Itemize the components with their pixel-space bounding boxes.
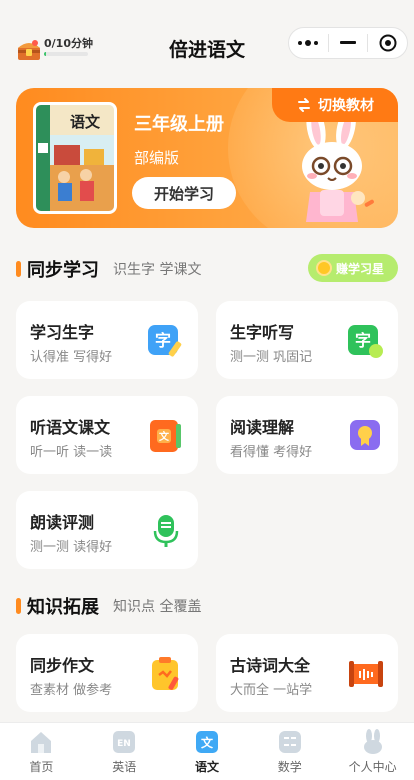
reading-badge-icon <box>350 420 380 450</box>
card-title: 朗读评测 <box>30 513 95 532</box>
svg-text:文: 文 <box>201 735 214 750</box>
tab-math[interactable]: 数学 <box>248 723 331 780</box>
card-title: 同步作文 <box>30 656 95 675</box>
earn-stars-label: 赚学习星 <box>336 261 385 276</box>
switch-arrows-icon <box>298 98 310 112</box>
tab-label: 英语 <box>112 760 137 774</box>
start-learning-button[interactable]: 开始学习 <box>132 177 236 209</box>
character-dictation-card[interactable]: 生字听写 测一测 巩固记 字 <box>216 301 398 379</box>
svg-text:文: 文 <box>159 430 170 443</box>
character-pen-icon: 字 <box>148 325 182 357</box>
svg-text:EN: EN <box>117 739 131 749</box>
section-title: 知识拓展 <box>27 597 99 618</box>
card-subtitle: 测一测 巩固记 <box>230 350 313 365</box>
profile-bunny-icon <box>363 729 382 754</box>
card-title: 古诗词大全 <box>230 656 311 675</box>
textbook-cover[interactable]: 语文 <box>33 102 117 214</box>
home-icon <box>31 732 52 753</box>
tab-chinese[interactable]: 文 语文 <box>166 723 249 780</box>
switch-textbook-label: 切换教材 <box>318 98 374 114</box>
card-subtitle: 听一听 读一读 <box>30 445 113 460</box>
card-title: 听语文课文 <box>30 418 111 437</box>
card-subtitle: 测一测 读得好 <box>30 540 113 555</box>
minimize-icon <box>340 41 356 44</box>
card-title: 阅读理解 <box>230 418 295 437</box>
bunny-mascot-icon <box>302 106 374 222</box>
textbook-banner: 语文 三年级上册 部编版 开始学习 切换教材 <box>16 88 398 228</box>
tab-profile[interactable]: 个人中心 <box>331 723 414 780</box>
textbook-audio-icon: 文 <box>150 420 181 452</box>
top-bar: 0/10分钟 倍进语文 <box>0 0 414 84</box>
card-title: 学习生字 <box>30 323 95 342</box>
earn-stars-button[interactable]: 赚学习星 <box>308 254 398 282</box>
minimize-button[interactable] <box>329 28 368 58</box>
mini-program-capsule <box>288 27 408 59</box>
knowledge-extension-section-header: 知识拓展 知识点 全覆盖 <box>16 591 201 621</box>
listen-text-card[interactable]: 听语文课文 听一听 读一读 文 <box>16 396 198 474</box>
star-coin-icon <box>316 260 332 276</box>
card-subtitle: 认得准 写得好 <box>30 350 113 365</box>
card-subtitle: 查素材 做参考 <box>30 683 113 698</box>
tab-home[interactable]: 首页 <box>0 723 83 780</box>
reading-aloud-test-card[interactable]: 朗读评测 测一测 读得好 <box>16 491 198 569</box>
tab-label: 语文 <box>194 760 219 774</box>
tab-label: 首页 <box>29 760 54 774</box>
sync-composition-card[interactable]: 同步作文 查素材 做参考 <box>16 634 198 712</box>
reading-comprehension-card[interactable]: 阅读理解 看得懂 考得好 <box>216 396 398 474</box>
ancient-poetry-card[interactable]: 古诗词大全 大而全 一站学 <box>216 634 398 712</box>
section-title: 同步学习 <box>27 260 99 281</box>
chinese-icon: 文 <box>195 731 218 753</box>
learn-characters-card[interactable]: 学习生字 认得准 写得好 字 <box>16 301 198 379</box>
close-button[interactable] <box>368 28 407 58</box>
svg-text:字: 字 <box>355 331 371 350</box>
svg-text:字: 字 <box>155 331 171 350</box>
more-button[interactable] <box>289 28 328 58</box>
sync-learning-section-header: 同步学习 识生字 学课文 <box>16 254 201 284</box>
character-dictation-icon: 字 <box>348 325 383 358</box>
target-close-icon <box>379 34 397 52</box>
poetry-scroll-icon <box>349 661 383 687</box>
english-icon: EN <box>113 731 136 753</box>
card-title: 生字听写 <box>230 323 295 342</box>
more-dots-icon <box>298 40 319 46</box>
card-subtitle: 大而全 一站学 <box>230 683 313 698</box>
microphone-icon <box>153 515 179 547</box>
tab-label: 个人中心 <box>348 760 397 774</box>
section-accent-bar <box>16 261 21 277</box>
composition-clipboard-icon <box>152 657 179 690</box>
bottom-tab-bar: 首页 EN 英语 文 语文 数学 个人中心 <box>0 722 414 780</box>
tab-label: 数学 <box>277 760 302 774</box>
section-subtitle: 知识点 全覆盖 <box>113 599 202 615</box>
section-subtitle: 识生字 学课文 <box>113 262 202 278</box>
tab-english[interactable]: EN 英语 <box>83 723 166 780</box>
edition-label: 部编版 <box>134 149 180 167</box>
section-accent-bar <box>16 598 21 614</box>
textbook-cover-title: 语文 <box>70 113 101 131</box>
card-subtitle: 看得懂 考得好 <box>230 445 313 460</box>
grade-title: 三年级上册 <box>134 114 224 135</box>
math-icon <box>278 731 301 753</box>
switch-textbook-button[interactable]: 切换教材 <box>272 88 398 122</box>
